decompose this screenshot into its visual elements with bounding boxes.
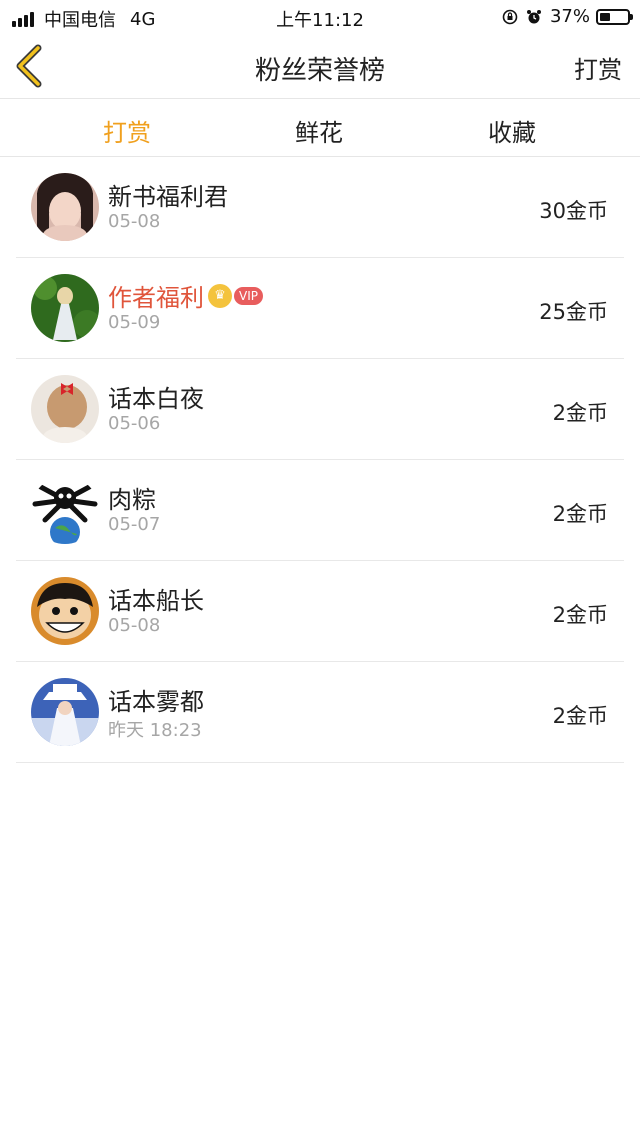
reward-date: 05-08 (108, 615, 161, 636)
tab-reward[interactable]: 打赏 (77, 113, 177, 148)
user-name: 话本雾都 (108, 688, 204, 716)
reward-date: 05-08 (108, 211, 161, 232)
avatar (31, 375, 99, 443)
name-line: 新书福利君 (108, 177, 228, 212)
list-item[interactable]: 新书福利君 05-08 30金币 (16, 157, 624, 258)
avatar-image (31, 173, 99, 241)
reward-amount: 2金币 (552, 502, 608, 526)
tab-flowers[interactable]: 鲜花 (269, 113, 369, 148)
tab-favorites[interactable]: 收藏 (462, 113, 562, 148)
name-line: 话本船长 (108, 581, 204, 616)
avatar-image (31, 476, 99, 544)
nav-bar: 粉丝荣誉榜 打赏 (0, 34, 640, 98)
name-line: 肉粽 (108, 480, 156, 515)
list-item[interactable]: 话本雾都 昨天 18:23 2金币 (16, 662, 624, 763)
page-title: 粉丝荣誉榜 (254, 56, 385, 86)
reward-amount: 2金币 (552, 401, 608, 425)
rotation-lock-icon (502, 9, 518, 24)
reward-amount: 25金币 (539, 300, 608, 324)
reward-button[interactable]: 打赏 (574, 50, 622, 85)
reward-amount: 2金币 (552, 603, 608, 627)
name-line: 话本雾都 (108, 682, 204, 717)
status-bar: 中国电信 4G 上午11:12 37% (0, 0, 640, 34)
list-item[interactable]: 肉粽 05-07 2金币 (16, 460, 624, 561)
battery-fill (600, 12, 610, 21)
user-name: 作者福利 (108, 284, 204, 312)
list-item[interactable]: 作者福利 ♛ VIP 05-09 25金币 (16, 258, 624, 359)
reward-date: 05-07 (108, 514, 161, 535)
vip-badge: VIP (234, 286, 263, 305)
user-name: 话本船长 (108, 587, 204, 615)
avatar (31, 476, 99, 544)
battery-percent: 37% (549, 6, 590, 27)
alarm-icon (526, 9, 541, 23)
reward-amount: 30金币 (539, 199, 608, 223)
fan-ranking-list: 新书福利君 05-08 30金币 作者福利 ♛ VIP 05-09 25金币 话… (16, 157, 624, 763)
battery-icon (596, 8, 633, 25)
reward-amount: 2金币 (552, 704, 608, 728)
user-name: 话本白夜 (108, 385, 204, 413)
avatar-image (31, 577, 99, 645)
name-line: 作者福利 ♛ VIP (108, 278, 263, 313)
tab-bar: 打赏 鲜花 收藏 (0, 99, 640, 155)
reward-date: 昨天 18:23 (108, 720, 202, 741)
name-line: 话本白夜 (108, 379, 204, 414)
avatar (31, 577, 99, 645)
crown-icon: ♛ (208, 283, 232, 308)
user-name: 新书福利君 (108, 183, 228, 211)
list-item[interactable]: 话本船长 05-08 2金币 (16, 561, 624, 662)
fan-honor-page: 中国电信 4G 上午11:12 37% 粉丝荣誉榜 打赏 打赏 鲜花 收藏 新书… (0, 0, 640, 1138)
list-item[interactable]: 话本白夜 05-06 2金币 (16, 359, 624, 460)
avatar-image (31, 678, 99, 746)
status-right: 37% (502, 6, 633, 27)
avatar (31, 678, 99, 746)
avatar (31, 274, 99, 342)
avatar-image (31, 375, 99, 443)
user-name: 肉粽 (108, 486, 156, 514)
avatar (31, 173, 99, 241)
reward-date: 05-06 (108, 413, 161, 434)
reward-date: 05-09 (108, 312, 161, 333)
avatar-image (31, 274, 99, 342)
